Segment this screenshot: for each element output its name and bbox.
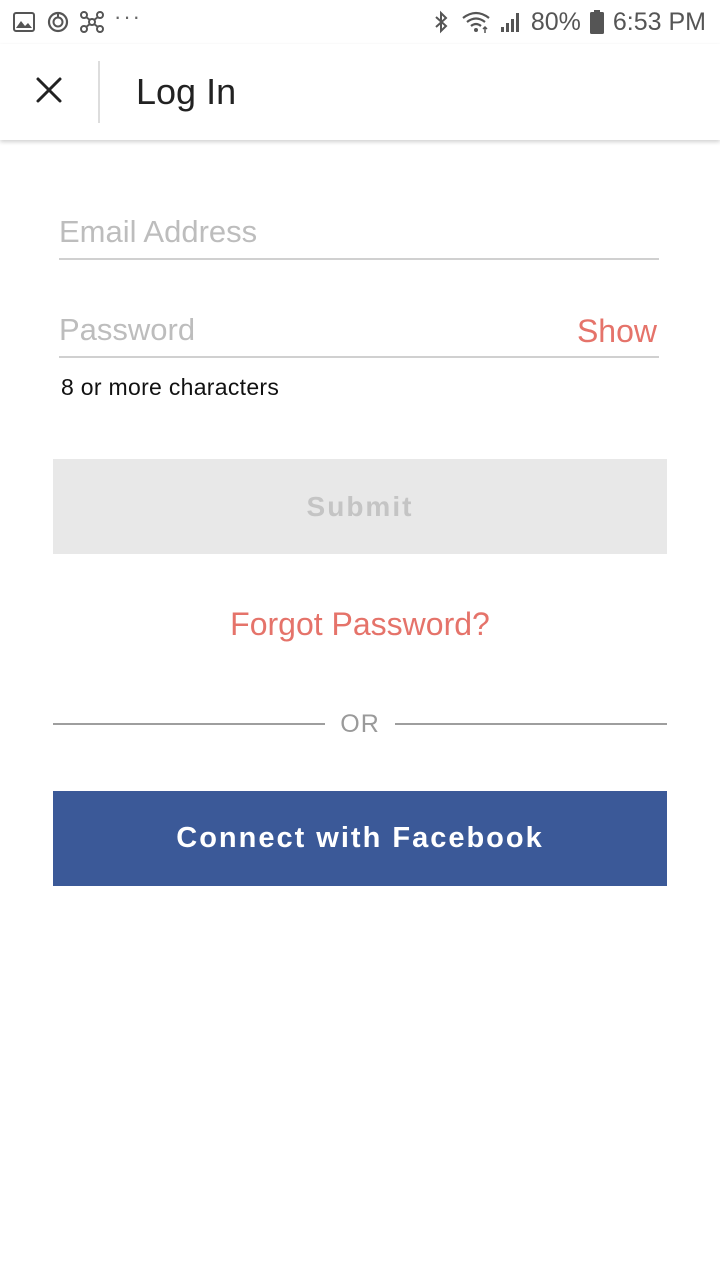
- battery-percentage: 80%: [530, 7, 581, 36]
- or-separator: OR: [53, 706, 667, 742]
- forgot-password-link[interactable]: Forgot Password?: [0, 606, 720, 643]
- signal-icon: [499, 10, 523, 34]
- or-line-left: [53, 723, 325, 725]
- bluetooth-icon: [429, 10, 453, 34]
- more-notifications-icon: ···: [114, 4, 142, 29]
- submit-button[interactable]: Submit: [53, 459, 667, 554]
- password-input[interactable]: [59, 312, 559, 348]
- password-hint: 8 or more characters: [61, 374, 280, 400]
- hub-icon: [80, 10, 104, 34]
- status-bar-right: 80% 6:53 PM: [429, 8, 706, 37]
- wifi-icon: [461, 10, 491, 34]
- password-field-container: Show: [59, 298, 659, 358]
- battery-icon: [589, 10, 605, 34]
- close-icon: [35, 76, 63, 109]
- or-label: OR: [340, 709, 380, 738]
- status-bar: ··· 80% 6:53 PM: [0, 0, 720, 44]
- email-input[interactable]: [59, 214, 559, 250]
- header-divider: [98, 61, 100, 123]
- timer-sync-icon: [46, 10, 70, 34]
- email-field-container: [59, 200, 659, 260]
- or-line-right: [395, 723, 667, 725]
- page-title: Log In: [136, 71, 237, 112]
- clock-time: 6:53 PM: [612, 7, 706, 36]
- close-button[interactable]: [0, 44, 98, 140]
- facebook-connect-button[interactable]: Connect with Facebook: [53, 791, 667, 886]
- show-password-toggle[interactable]: Show: [577, 313, 657, 350]
- status-bar-left: ···: [12, 6, 142, 34]
- app-bar: Log In: [0, 44, 720, 140]
- image-icon: [12, 10, 36, 34]
